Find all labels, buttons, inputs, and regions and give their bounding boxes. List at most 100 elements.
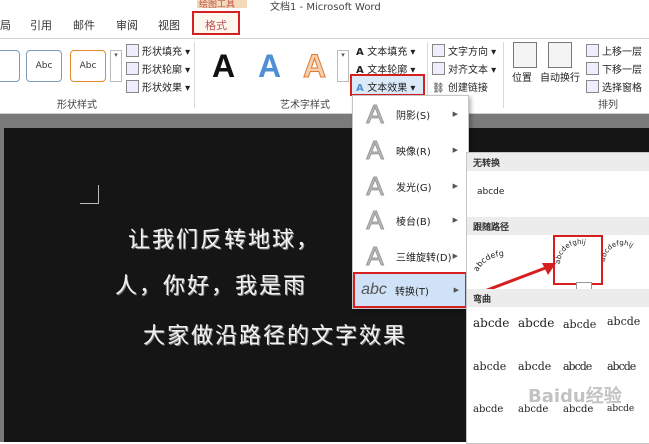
position-label: 位置 [512,73,532,84]
section-no-transform: 无转换 [467,153,649,171]
menu-item-glow[interactable]: A 发光(G) ▶ [356,170,464,202]
tab-review[interactable]: 审阅 [116,17,138,33]
shape-effects-button[interactable]: 形状效果 ▾ [126,79,190,94]
wrap-text-label: 自动换行 [540,73,580,84]
shape-style-swatch[interactable]: Abc [70,50,106,82]
wrap-text-icon[interactable] [548,42,572,68]
submenu-arrow-icon: ▶ [453,286,459,294]
follow-path-selected[interactable] [553,235,603,285]
transform-icon: abc [361,281,387,298]
tab-layout-partial[interactable]: 局 [0,17,11,33]
warp-option[interactable]: abcde [473,404,503,415]
wordart-sample[interactable]: A [212,48,235,85]
text-effects-icon: A [356,83,368,94]
margin-corner-mark [80,185,99,204]
tab-mailings[interactable]: 邮件 [73,17,95,33]
tab-format-label: 格式 [205,19,227,32]
warp-option[interactable]: abcde [563,318,596,331]
menu-item-label: 三维旋转(D) [396,252,452,264]
shape-fill-button[interactable]: 形状填充 ▾ [126,43,190,58]
align-text-button[interactable]: 对齐文本 ▾ [432,61,496,76]
bring-forward-icon [586,44,599,57]
section-warp: 弯曲 [467,289,649,307]
section-follow-path: 跟随路径 [467,217,649,235]
no-transform-option[interactable]: abcde [477,187,504,197]
shape-effects-label: 形状效果 [142,83,182,94]
wordart-sample[interactable]: A [302,48,326,85]
text-fill-label: 文本填充 [367,47,408,58]
glow-icon: A [366,170,384,201]
send-backward-button[interactable]: 下移一层 [586,61,642,76]
shadow-icon: A [366,98,384,129]
selection-pane-label: 选择窗格 [602,83,642,94]
reflection-icon: A [366,134,384,165]
align-text-label: 对齐文本 [448,65,488,76]
effects-icon [126,80,139,93]
selection-pane-button[interactable]: 选择窗格 [586,79,642,94]
menu-item-shadow[interactable]: A 阴影(S) ▶ [356,98,464,130]
pen-icon [126,62,139,75]
submenu-arrow-icon: ▶ [452,110,458,118]
menu-item-label: 映像(R) [396,146,431,158]
bring-forward-label: 上移一层 [602,47,642,58]
warp-option[interactable]: abcde [607,360,636,373]
shape-outline-label: 形状轮廓 [142,65,182,76]
text-effects-content: A 文本效果 ▾ [356,83,416,94]
submenu-arrow-icon: ▶ [452,182,458,190]
tab-view[interactable]: 视图 [158,17,180,33]
tab-bar [0,12,649,39]
text-direction-icon [432,44,445,57]
text-effects-label: 文本效果 [367,83,408,94]
gallery-more-icon[interactable]: ▾ [337,50,349,82]
menu-item-3d-rotation[interactable]: A 三维旋转(D) ▶ [356,240,464,272]
warp-option[interactable]: abcde [518,360,551,373]
menu-item-label: 棱台(B) [396,216,431,228]
document-text-line[interactable]: 大家做沿路径的文字效果 [143,318,407,350]
warp-option[interactable]: abcde [473,316,509,330]
bring-forward-button[interactable]: 上移一层 [586,43,642,58]
shape-style-swatch[interactable]: Abc [26,50,62,82]
menu-item-transform[interactable]: abc 转换(T) ▶ [353,272,467,308]
text-direction-label: 文字方向 [448,47,488,58]
position-icon[interactable] [513,42,537,68]
submenu-arrow-icon: ▶ [452,216,458,224]
group-label-shape-styles: 形状样式 [57,100,97,111]
group-divider [194,42,195,108]
warp-option[interactable]: abcde [473,360,506,373]
menu-item-reflection[interactable]: A 映像(R) ▶ [356,134,464,166]
selection-pane-icon [586,80,599,93]
create-link-label: 创建链接 [447,83,488,94]
send-backward-icon [586,62,599,75]
shape-style-swatch[interactable] [0,50,20,82]
shape-fill-label: 形状填充 [142,47,182,58]
tab-references[interactable]: 引用 [30,17,52,33]
link-icon: ⛓ [432,83,448,94]
contextual-group-label: 绘图工具 [199,0,236,10]
menu-item-bevel[interactable]: A 棱台(B) ▶ [356,204,464,236]
submenu-arrow-icon: ▶ [452,146,458,154]
document-text-line[interactable]: 人，你好，我是雨 [115,268,307,300]
send-backward-label: 下移一层 [602,65,642,76]
follow-path-button[interactable]: abcdefghij [599,239,635,262]
warp-option[interactable]: abcde [518,316,554,330]
text-fill-icon: A [356,47,368,58]
submenu-arrow-icon: ▶ [452,252,458,260]
bevel-icon: A [366,204,384,235]
text-direction-button[interactable]: 文字方向 ▾ [432,43,496,58]
warp-option[interactable]: abcde [607,315,640,328]
align-text-icon [432,62,445,75]
menu-item-label: 阴影(S) [396,110,431,122]
shape-outline-button[interactable]: 形状轮廓 ▾ [126,61,190,76]
paint-bucket-icon [126,44,139,57]
3d-rotation-icon: A [366,240,384,271]
gallery-more-icon[interactable]: ▾ [110,50,122,82]
group-label-wordart-styles: 艺术字样式 [280,100,330,111]
create-link-button[interactable]: ⛓ 创建链接 [432,79,488,94]
watermark: Baidu经验 [528,386,622,407]
wordart-sample[interactable]: A [258,48,281,85]
group-divider [503,42,504,108]
menu-item-label: 发光(G) [396,182,432,194]
text-fill-button[interactable]: A 文本填充 ▾ [356,43,415,58]
warp-option[interactable]: abcde [563,360,592,373]
document-text-line[interactable]: 让我们反转地球， [128,222,320,254]
